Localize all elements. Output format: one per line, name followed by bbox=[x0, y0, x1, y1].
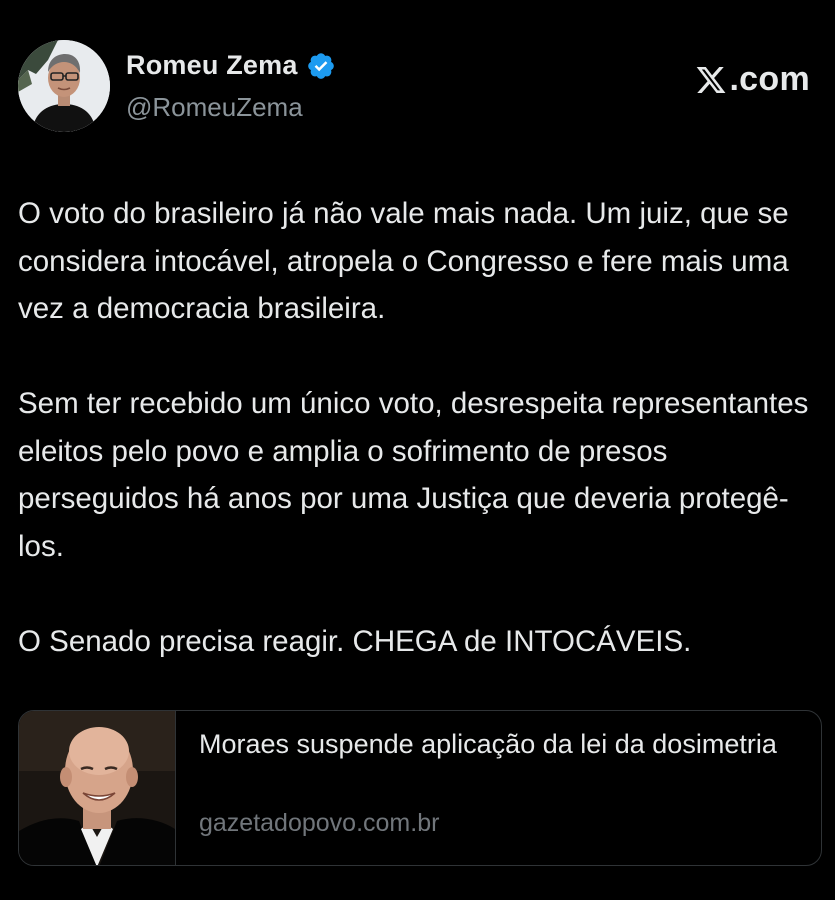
avatar-photo bbox=[18, 40, 110, 132]
author-handle[interactable]: @RomeuZema bbox=[126, 92, 303, 123]
author-name[interactable]: Romeu Zema bbox=[126, 50, 298, 81]
tweet-text: O voto do brasileiro já não vale mais na… bbox=[18, 190, 823, 665]
brand-watermark: .com bbox=[695, 60, 810, 99]
card-thumbnail bbox=[19, 711, 176, 865]
card-title[interactable]: Moraes suspende aplicação da lei da dosi… bbox=[199, 725, 799, 763]
tweet-paragraph: O Senado precisa reagir. CHEGA de INTOCÁ… bbox=[18, 624, 692, 658]
x-logo-icon bbox=[695, 64, 727, 96]
tweet-paragraph: Sem ter recebido um único voto, desrespe… bbox=[18, 387, 809, 563]
article-photo bbox=[19, 711, 175, 865]
name-row: Romeu Zema bbox=[126, 50, 336, 81]
author-avatar[interactable] bbox=[18, 40, 110, 132]
card-domain: gazetadopovo.com.br bbox=[199, 809, 440, 837]
brand-domain: .com bbox=[729, 60, 810, 98]
link-preview-card[interactable]: Moraes suspende aplicação da lei da dosi… bbox=[18, 710, 822, 866]
tweet-paragraph: O voto do brasileiro já não vale mais na… bbox=[18, 197, 789, 325]
verified-badge-icon bbox=[306, 51, 336, 81]
tweet-header: Romeu Zema @RomeuZema .com bbox=[18, 40, 818, 136]
